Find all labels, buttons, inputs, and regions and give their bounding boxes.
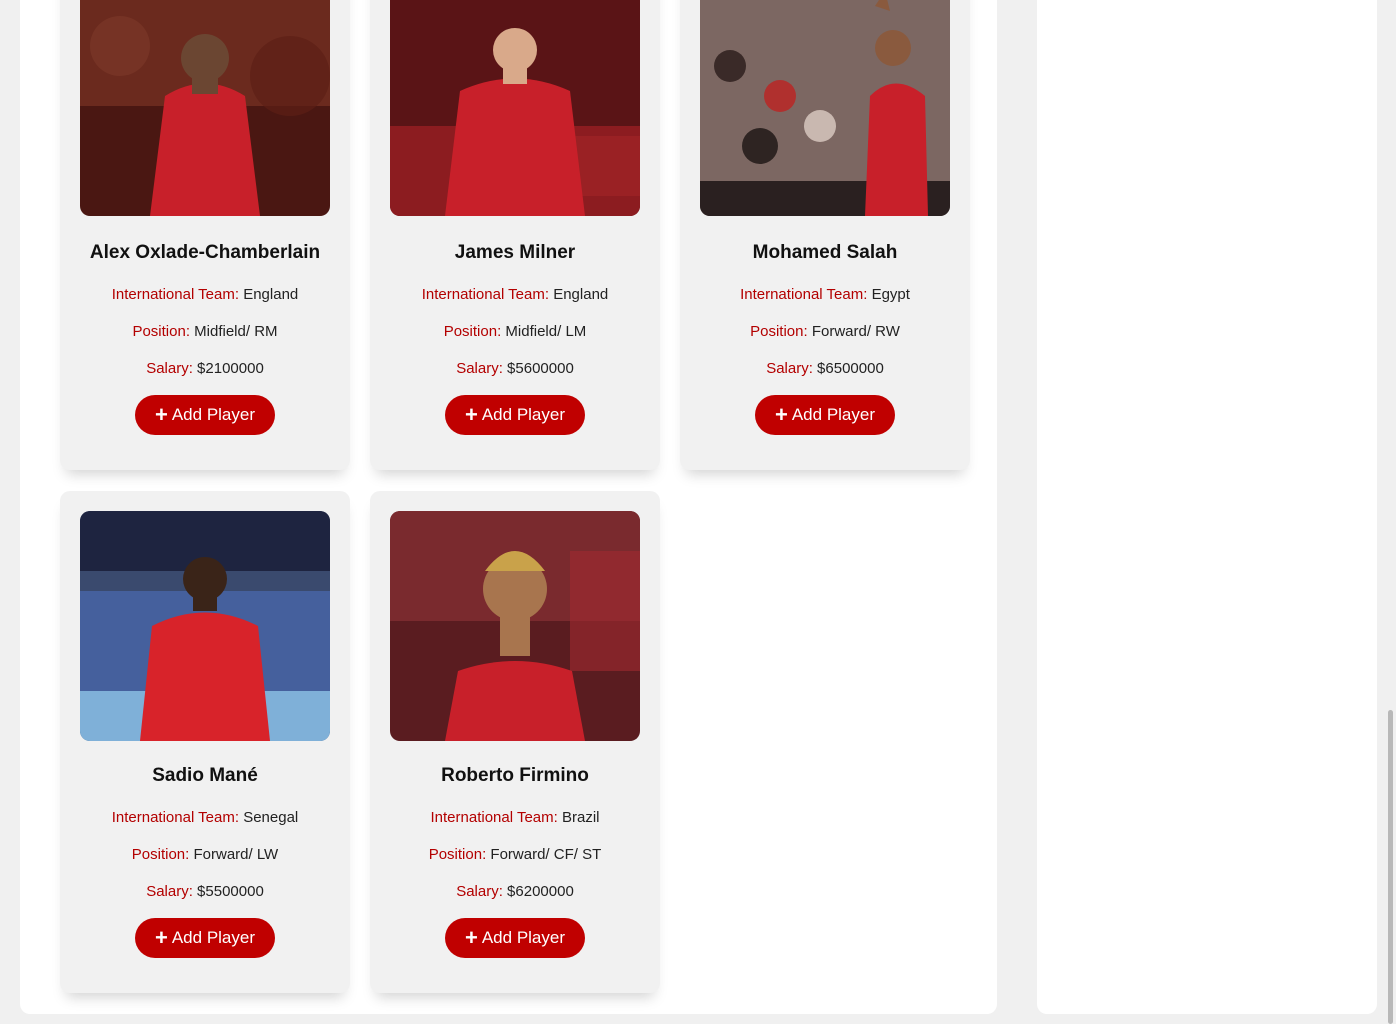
international-team-value: Senegal	[243, 809, 299, 826]
add-player-label: Add Player	[791, 405, 876, 424]
add-player-button[interactable]: + Add Player	[755, 395, 895, 435]
plus-icon: +	[464, 402, 478, 427]
plus-icon: +	[774, 402, 788, 427]
salary-value: $6500000	[817, 360, 884, 377]
salary-row: Salary: $5600000	[370, 360, 660, 377]
salary-row: Salary: $6500000	[680, 360, 970, 377]
salary-label: Salary:	[146, 360, 193, 377]
international-team-label: International Team:	[111, 809, 240, 826]
player-photo	[80, 0, 330, 216]
position-label: Position:	[428, 846, 487, 863]
page-scrollbar[interactable]	[1386, 0, 1396, 1024]
position-row: Position: Forward/ RW	[680, 323, 970, 340]
position-value: Midfield/ RM	[194, 323, 278, 340]
international-team-label: International Team:	[740, 286, 868, 303]
player-name: James Milner	[454, 242, 576, 263]
position-value: Forward/ LW	[193, 846, 279, 863]
position-row: Position: Forward/ LW	[60, 846, 350, 863]
position-label: Position:	[443, 323, 502, 340]
player-card: Alex Oxlade-Chamberlain International Te…	[60, 0, 350, 470]
salary-value: $5600000	[507, 360, 574, 377]
plus-icon: +	[154, 925, 168, 950]
position-label: Position:	[131, 846, 190, 863]
player-card: James Milner International Team: England…	[370, 0, 660, 470]
position-row: Position: Midfield/ LM	[370, 323, 660, 340]
player-name: Alex Oxlade-Chamberlain	[89, 242, 321, 263]
position-value: Midfield/ LM	[505, 323, 587, 340]
salary-label: Salary:	[766, 360, 813, 377]
salary-label: Salary:	[456, 360, 503, 377]
international-team-label: International Team:	[421, 286, 550, 303]
international-team-value: England	[243, 286, 299, 303]
add-player-button[interactable]: + Add Player	[135, 918, 275, 958]
plus-icon: +	[464, 925, 478, 950]
scrollbar-thumb[interactable]	[1388, 710, 1393, 1024]
salary-value: $5500000	[197, 883, 264, 900]
international-team-value: Egypt	[871, 286, 910, 303]
international-team-row: International Team: Brazil	[370, 809, 660, 826]
player-photo	[80, 511, 330, 741]
add-player-label: Add Player	[171, 405, 256, 424]
add-player-button[interactable]: + Add Player	[445, 395, 585, 435]
position-row: Position: Midfield/ RM	[60, 323, 350, 340]
salary-value: $6200000	[507, 883, 574, 900]
international-team-label: International Team:	[430, 809, 558, 826]
international-team-value: England	[553, 286, 609, 303]
add-player-label: Add Player	[481, 928, 566, 947]
player-photo	[390, 0, 640, 216]
selected-players-panel	[1037, 0, 1377, 1014]
international-team-value: Brazil	[561, 809, 600, 826]
add-player-label: Add Player	[481, 405, 566, 424]
player-name: Sadio Mané	[152, 765, 258, 786]
player-card: Sadio Mané International Team: Senegal P…	[60, 491, 350, 993]
international-team-row: International Team: England	[60, 286, 350, 303]
position-value: Forward/ CF/ ST	[490, 846, 602, 863]
add-player-button[interactable]: + Add Player	[445, 918, 585, 958]
position-row: Position: Forward/ CF/ ST	[370, 846, 660, 863]
player-card: Roberto Firmino International Team: Braz…	[370, 491, 660, 993]
international-team-label: International Team:	[111, 286, 240, 303]
player-photo	[390, 511, 640, 741]
add-player-button[interactable]: + Add Player	[135, 395, 275, 435]
salary-row: Salary: $2100000	[60, 360, 350, 377]
position-value: Forward/ RW	[811, 323, 900, 340]
position-label: Position:	[750, 323, 808, 340]
player-card: Mohamed Salah International Team: Egypt …	[680, 0, 970, 470]
add-player-label: Add Player	[171, 928, 256, 947]
player-name: Roberto Firmino	[441, 765, 589, 786]
player-name: Mohamed Salah	[752, 242, 898, 263]
plus-icon: +	[154, 402, 168, 427]
position-label: Position:	[132, 323, 190, 340]
salary-label: Salary:	[146, 883, 193, 900]
salary-label: Salary:	[456, 883, 503, 900]
player-photo	[700, 0, 950, 216]
salary-row: Salary: $5500000	[60, 883, 350, 900]
international-team-row: International Team: Egypt	[680, 286, 970, 303]
salary-value: $2100000	[197, 360, 264, 377]
salary-row: Salary: $6200000	[370, 883, 660, 900]
international-team-row: International Team: England	[370, 286, 660, 303]
international-team-row: International Team: Senegal	[60, 809, 350, 826]
